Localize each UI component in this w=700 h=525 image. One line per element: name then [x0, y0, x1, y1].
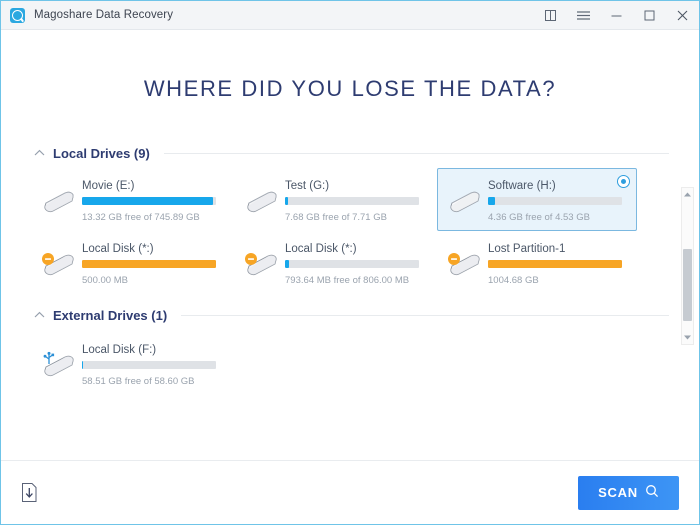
chevron-up-icon[interactable]	[31, 149, 47, 157]
footer-bar: SCAN	[1, 460, 699, 524]
drive-capacity-text: 793.64 MB free of 806.00 MB	[285, 275, 410, 286]
import-session-icon[interactable]	[19, 481, 39, 505]
app-logo-icon	[10, 7, 25, 23]
capacity-bar	[82, 197, 216, 205]
search-icon	[645, 484, 659, 501]
drive-card-movie-e[interactable]: Movie (E:) 13.32 GB free of 745.89 GB	[31, 168, 231, 231]
lost-partition-icon	[446, 249, 484, 283]
main-content: WHERE DID YOU LOSE THE DATA? Local Drive…	[1, 30, 699, 460]
capacity-bar-fill	[285, 260, 290, 268]
close-icon[interactable]	[666, 1, 699, 29]
scan-button[interactable]: SCAN	[578, 475, 679, 510]
capacity-bar-fill	[488, 197, 495, 205]
drive-capacity-text: 7.68 GB free of 7.71 GB	[285, 212, 387, 223]
window-controls	[534, 1, 699, 29]
hard-drive-icon	[446, 186, 484, 220]
drive-capacity-text: 4.36 GB free of 4.53 GB	[488, 212, 590, 223]
drive-label: Local Disk (*:)	[82, 243, 154, 255]
drive-label: Software (H:)	[488, 180, 556, 192]
usb-drive-icon	[40, 350, 78, 384]
drive-label: Local Disk (*:)	[285, 243, 357, 255]
scan-button-label: SCAN	[598, 485, 638, 500]
drives-area: Local Drives (9) Movie (E:) 13.32 GB fre…	[1, 142, 699, 460]
lost-partition-icon	[40, 249, 78, 283]
group-title-external-drives: External Drives (1)	[53, 307, 168, 323]
scrollbar-track[interactable]	[682, 201, 693, 331]
group-divider	[181, 314, 669, 316]
chevron-up-icon[interactable]	[31, 311, 47, 319]
hard-drive-icon	[243, 186, 281, 220]
capacity-bar	[82, 361, 216, 369]
title-bar: Magoshare Data Recovery	[1, 1, 699, 30]
scroll-up-icon[interactable]	[682, 188, 693, 201]
capacity-bar	[82, 260, 216, 268]
app-title: Magoshare Data Recovery	[34, 9, 174, 21]
capacity-bar	[285, 260, 419, 268]
drive-label: Local Disk (F:)	[82, 344, 157, 356]
lost-partition-icon	[243, 249, 281, 283]
drive-capacity-text: 500.00 MB	[82, 275, 128, 286]
drive-card-lost-partition-1[interactable]: Lost Partition-1 1004.68 GB	[437, 231, 637, 294]
drive-label: Lost Partition-1	[488, 243, 566, 255]
page-title: WHERE DID YOU LOSE THE DATA?	[143, 76, 557, 101]
capacity-bar-fill	[82, 197, 214, 205]
drive-card-local-disk-f[interactable]: Local Disk (F:) 58.51 GB free of 58.60 G…	[31, 332, 231, 395]
maximize-icon[interactable]	[633, 1, 666, 29]
capacity-bar	[285, 197, 419, 205]
drive-card-test-g[interactable]: Test (G:) 7.68 GB free of 7.71 GB	[234, 168, 434, 231]
capacity-bar	[488, 260, 622, 268]
drive-card-local-disk-1[interactable]: Local Disk (*:) 500.00 MB	[31, 231, 231, 294]
capacity-bar	[488, 197, 622, 205]
local-drives-grid: Movie (E:) 13.32 GB free of 745.89 GB Te…	[31, 168, 677, 294]
group-title-local-drives: Local Drives (9)	[53, 145, 150, 161]
group-header-external-drives[interactable]: External Drives (1)	[31, 304, 677, 326]
external-drives-grid: Local Disk (F:) 58.51 GB free of 58.60 G…	[31, 332, 677, 395]
drive-capacity-text: 13.32 GB free of 745.89 GB	[82, 212, 200, 223]
capacity-bar-fill	[82, 361, 84, 369]
drives-scrollbar[interactable]	[681, 187, 694, 345]
menu-icon[interactable]	[567, 1, 600, 29]
scroll-down-icon[interactable]	[682, 331, 693, 344]
minimize-icon[interactable]	[600, 1, 633, 29]
drive-capacity-text: 58.51 GB free of 58.60 GB	[82, 376, 195, 387]
book-icon[interactable]	[534, 1, 567, 29]
hard-drive-icon	[40, 186, 78, 220]
drive-capacity-text: 1004.68 GB	[488, 275, 539, 286]
drive-label: Movie (E:)	[82, 180, 135, 192]
capacity-bar-fill	[285, 197, 288, 205]
capacity-bar-fill	[82, 260, 216, 268]
drive-card-software-h[interactable]: Software (H:) 4.36 GB free of 4.53 GB	[437, 168, 637, 231]
capacity-bar-fill	[488, 260, 622, 268]
drive-card-local-disk-2[interactable]: Local Disk (*:) 793.64 MB free of 806.00…	[234, 231, 434, 294]
group-divider	[163, 152, 669, 154]
group-header-local-drives[interactable]: Local Drives (9)	[31, 142, 677, 164]
drive-selected-radio[interactable]	[617, 175, 630, 188]
scrollbar-thumb[interactable]	[683, 249, 692, 321]
drive-label: Test (G:)	[285, 180, 330, 192]
app-window: Magoshare Data Recovery WHERE DID YOU LO…	[0, 0, 700, 525]
